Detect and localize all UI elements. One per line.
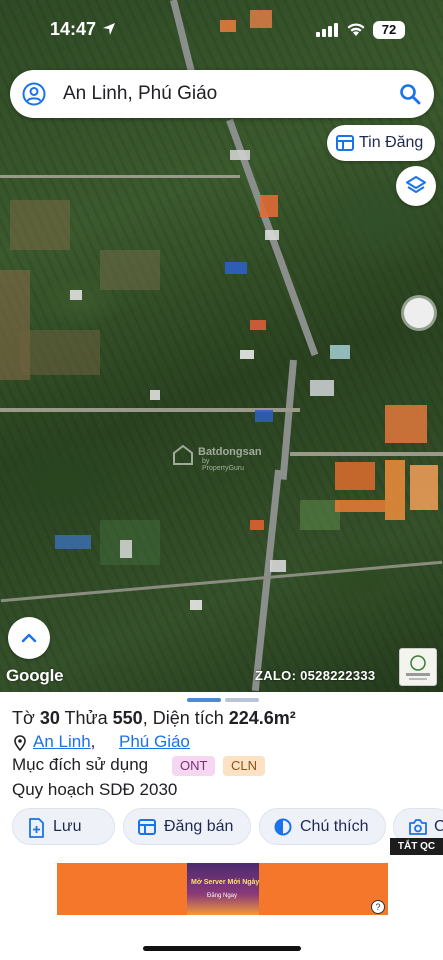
save-button-label: Lưu [53,818,82,835]
ad-area: Mở Server Mới Ngày Đăng Ngay ? [0,855,443,960]
expand-sheet-button[interactable] [8,617,50,659]
parcel-prefix: Thửa [64,708,108,728]
sheet-handle-secondary[interactable] [225,698,259,702]
district-link[interactable]: Phú Giáo [119,732,190,752]
post-for-sale-button[interactable]: Đăng bán [123,808,251,845]
map-road [251,469,282,692]
listing-icon [138,819,156,835]
map-building [150,390,160,400]
close-ad-button[interactable]: TẮT QC [390,838,443,855]
map-field [55,535,91,549]
map-building [385,460,405,520]
address-separator: , [90,732,96,751]
search-icon[interactable] [398,82,422,106]
satellite-map[interactable]: 14:47 72 An Linh, Phú Giáo Tin Đăng Batd… [0,0,443,692]
map-building [410,465,438,510]
ad-banner[interactable]: Mở Server Mới Ngày Đăng Ngay [57,863,388,915]
map-building [310,380,334,396]
map-building [335,500,385,512]
map-building [250,320,266,330]
map-building [335,462,375,490]
map-building [330,345,350,359]
action-chips: Lưu Đăng bán Chú thích C [0,808,443,846]
area-value: 224.6m² [228,708,296,728]
sheet-handle[interactable] [187,698,221,702]
camera-button-label: C [434,818,443,835]
map-building [385,405,427,443]
map-building [120,540,132,558]
post-for-sale-label: Đăng bán [164,818,234,835]
map-field [300,500,340,530]
signal-icon [316,23,338,37]
map-building [250,520,264,530]
legend-button[interactable]: Chú thích [259,808,386,845]
map-building [260,195,278,217]
layers-icon [406,176,426,193]
wifi-icon [347,23,365,36]
area-prefix: , Diện tích [142,708,224,728]
map-field [20,330,100,375]
zalo-contact: ZALO: 0528222333 [255,668,376,683]
parcel-number: 550 [112,708,143,728]
camera-icon [409,819,427,835]
land-use-purpose-label: Mục đích sử dụng [12,755,149,774]
location-pin-icon [14,735,26,751]
listings-button[interactable]: Tin Đăng [327,125,435,161]
qr-thumbnail[interactable] [399,648,437,686]
parcel-info-sheet: Tờ 30 Thửa 550, Diện tích 224.6m² An Lin… [0,692,443,960]
current-location-dot[interactable] [404,298,434,328]
map-road [279,359,297,480]
home-indicator[interactable] [143,946,301,951]
map-building [190,600,202,610]
battery-indicator: 72 [373,21,405,39]
map-field [10,200,70,250]
location-arrow-icon [103,23,115,35]
search-query[interactable]: An Linh, Phú Giáo [63,83,217,105]
chevron-up-icon [21,633,37,643]
half-circle-icon [274,818,292,836]
map-road [0,175,240,178]
commune-link[interactable]: An Linh [33,732,91,751]
map-building [225,262,247,274]
map-watermark: Batdongsan by PropertyGuru [172,444,262,472]
layers-button[interactable] [396,166,436,206]
watermark-subtext: by PropertyGuru [202,458,245,472]
map-road [0,560,443,603]
sheet-number: 30 [39,708,60,728]
batdongsan-logo-icon [173,444,193,465]
land-use-tag-ont: ONT [172,756,216,776]
bookmark-plus-icon [29,818,44,838]
qr-code-icon [406,655,430,680]
google-logo: Google [6,666,64,685]
status-time: 14:47 [50,19,97,39]
map-building [255,410,273,422]
map-building [240,350,254,359]
map-field [100,250,160,290]
sheet-prefix: Tờ [12,708,35,728]
watermark-text: Batdongsan [198,446,262,458]
land-use-tag-cln: CLN [223,756,266,776]
ad-info-icon[interactable]: ? [371,900,385,914]
map-building [265,230,279,240]
map-road [290,452,443,456]
listings-button-label: Tin Đăng [359,134,424,151]
listing-icon [336,135,354,151]
save-button[interactable]: Lưu [12,808,115,845]
map-building [270,560,286,572]
legend-button-label: Chú thích [300,818,369,835]
search-bar[interactable]: An Linh, Phú Giáo [10,70,434,118]
parcel-title: Tờ 30 Thửa 550, Diện tích 224.6m² [12,708,296,729]
ad-headline: Mở Server Mới Ngày [191,879,260,886]
status-bar: 14:47 72 [0,0,443,60]
ad-cta: Đăng Ngay [207,893,238,899]
profile-icon[interactable] [22,82,46,106]
map-building [70,290,82,300]
land-use-plan: Quy hoạch SDĐ 2030 [12,780,178,799]
map-building [230,150,250,160]
ad-artwork: Mở Server Mới Ngày Đăng Ngay [187,863,259,915]
